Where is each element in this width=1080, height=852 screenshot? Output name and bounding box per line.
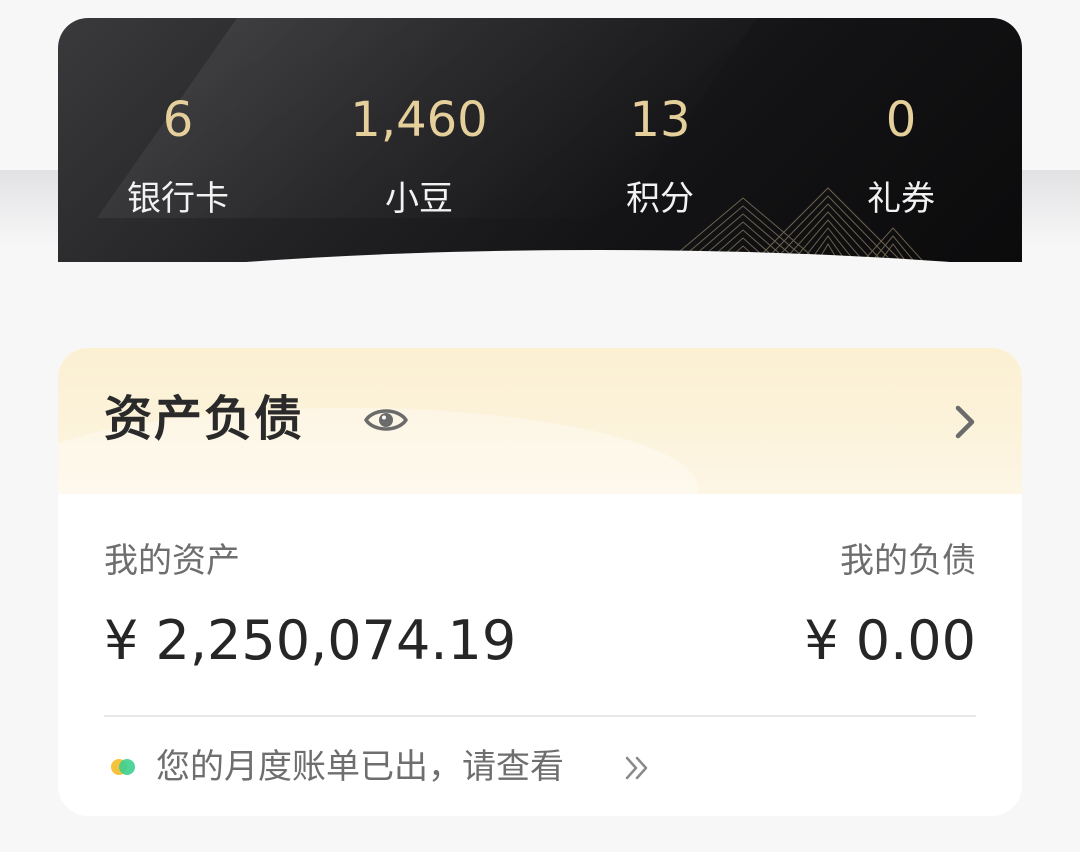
stat-label: 小豆 <box>385 179 453 219</box>
my-assets-label: 我的资产 <box>104 541 240 581</box>
stats-card: 6 银行卡 1,460 小豆 13 积分 0 礼券 <box>58 18 1022 262</box>
stat-value: 6 <box>162 92 194 148</box>
divider <box>104 715 976 717</box>
monthly-bill-notice[interactable]: 您的月度账单已出，请查看 <box>156 744 564 790</box>
asset-liability-card[interactable]: 资产负债 我的资产 我的负债 ¥ 2,250,074.19 ¥ 0.00 您的月… <box>58 348 1022 816</box>
stat-label: 积分 <box>626 179 694 219</box>
my-assets-amount: ¥ 2,250,074.19 <box>104 609 517 672</box>
asset-card-title: 资产负债 <box>104 391 305 447</box>
double-chevron-right-icon[interactable] <box>624 754 650 782</box>
stat-label: 礼券 <box>867 179 935 219</box>
eye-icon[interactable] <box>364 402 408 438</box>
my-liabilities-amount: ¥ 0.00 <box>804 609 976 672</box>
stat-value: 13 <box>629 92 691 148</box>
stat-value: 1,460 <box>350 92 488 148</box>
stat-value: 0 <box>885 92 917 148</box>
chevron-right-icon[interactable] <box>950 402 980 442</box>
asset-card-header[interactable]: 资产负债 <box>58 348 1022 568</box>
notice-dot-icon <box>111 759 135 775</box>
my-liabilities-label: 我的负债 <box>840 541 976 581</box>
stat-label: 银行卡 <box>127 179 229 219</box>
